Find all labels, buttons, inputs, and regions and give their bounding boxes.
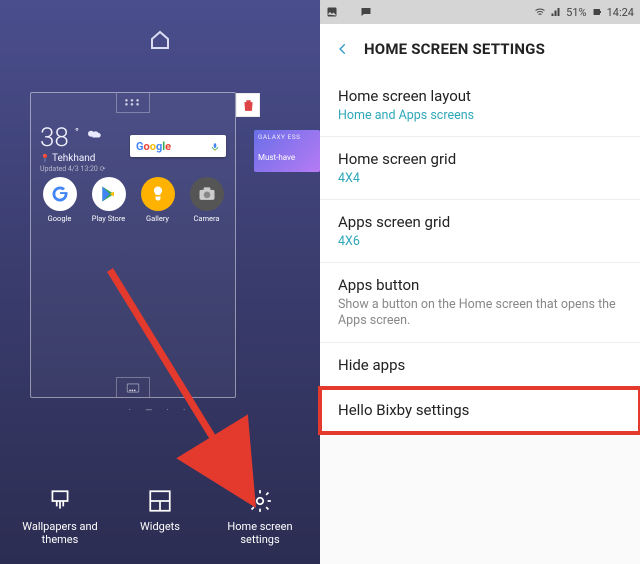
action-label: Widgets	[115, 520, 205, 533]
setting-hide-apps[interactable]: Hide apps	[320, 343, 640, 388]
setting-home-screen-layout[interactable]: Home screen layout Home and Apps screens	[320, 74, 640, 137]
gear-icon	[215, 486, 305, 516]
download-icon	[343, 6, 355, 18]
home-page-preview[interactable]: ●●●●●● 38 ° 📍Tehkhand Updated 4/3 13:20 …	[30, 92, 236, 398]
app-label: Camera	[186, 214, 228, 223]
setting-apps-button[interactable]: Apps button Show a button on the Home sc…	[320, 263, 640, 343]
brush-icon	[15, 486, 105, 516]
message-icon	[360, 6, 372, 18]
battery-percent: 51%	[566, 6, 586, 19]
gallery-icon	[141, 177, 175, 211]
location-text: Tehkhand	[52, 153, 95, 164]
delete-page-button[interactable]	[236, 93, 260, 117]
widgets-icon	[115, 486, 205, 516]
app-gallery[interactable]: Gallery	[137, 177, 179, 223]
page-indicator: · — · ·	[0, 406, 320, 416]
google-logo: Google	[136, 140, 171, 153]
home-icon[interactable]	[148, 28, 172, 56]
app-play-store[interactable]: Play Store	[88, 177, 130, 223]
play-store-icon	[92, 177, 126, 211]
drag-handle-icon[interactable]: ●●●●●●	[116, 93, 150, 113]
camera-icon	[190, 177, 224, 211]
back-button[interactable]	[332, 38, 354, 60]
weather-icon	[85, 125, 103, 149]
app-label: Play Store	[88, 214, 130, 223]
action-label: Home screen settings	[215, 520, 305, 546]
peek-title: GALAXY ESS	[258, 133, 316, 141]
google-app-icon	[43, 177, 77, 211]
battery-icon	[591, 6, 603, 18]
page-title: HOME SCREEN SETTINGS	[364, 40, 545, 58]
action-label: Wallpapers and themes	[15, 520, 105, 546]
launcher-editor-screen: GALAXY ESS Must-have ●●●●●● 38 ° 📍Tehkha…	[0, 0, 320, 564]
app-label: Google	[39, 214, 81, 223]
temperature-value: 38	[40, 125, 69, 151]
page-peek-galaxy-essentials[interactable]: GALAXY ESS Must-have	[254, 130, 320, 172]
home-screen-settings-button[interactable]: Home screen settings	[215, 486, 305, 546]
wallpapers-themes-button[interactable]: Wallpapers and themes	[15, 486, 105, 546]
degree-symbol: °	[75, 126, 79, 139]
app-label: Gallery	[137, 214, 179, 223]
signal-icon	[550, 6, 562, 18]
setting-apps-screen-grid[interactable]: Apps screen grid 4X6	[320, 200, 640, 263]
google-search-widget[interactable]: Google	[130, 135, 226, 157]
setting-hello-bixby[interactable]: Hello Bixby settings	[320, 388, 640, 433]
app-camera[interactable]: Camera	[186, 177, 228, 223]
home-screen-settings-page: 51% 14:24 HOME SCREEN SETTINGS Home scre…	[320, 0, 640, 564]
mic-icon[interactable]	[210, 139, 220, 153]
image-notif-icon	[326, 6, 338, 18]
setting-home-screen-grid[interactable]: Home screen grid 4X4	[320, 137, 640, 200]
dock-handle-icon[interactable]	[116, 377, 150, 397]
wifi-icon	[534, 6, 546, 18]
app-google[interactable]: Google	[39, 177, 81, 223]
updated-text: Updated 4/3 13:20 ⟳	[40, 165, 105, 173]
clock: 14:24	[607, 6, 634, 19]
status-bar: 51% 14:24	[320, 0, 640, 24]
weather-widget[interactable]: 38 ° 📍Tehkhand Updated 4/3 13:20 ⟳	[40, 125, 105, 173]
page-header: HOME SCREEN SETTINGS	[320, 24, 640, 74]
peek-subtitle: Must-have	[258, 153, 316, 162]
widgets-button[interactable]: Widgets	[115, 486, 205, 546]
